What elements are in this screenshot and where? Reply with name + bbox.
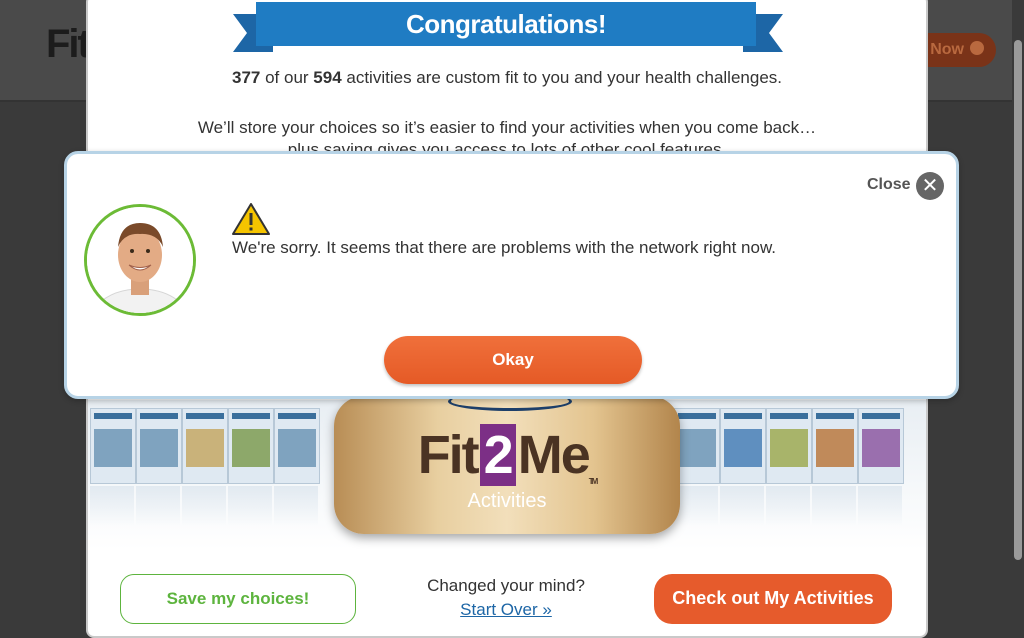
check-out-activities-button[interactable]: Check out My Activities [654,574,892,624]
activity-tile [274,408,320,484]
warning-triangle-icon [232,203,270,235]
error-message: We're sorry. It seems that there are pro… [232,238,777,257]
activity-tile [136,408,182,484]
okay-button[interactable]: Okay [384,336,642,384]
congratulations-title: Congratulations! [256,2,756,46]
custom-count: 377 [231,68,261,87]
fit2me-logo: Fit 2 MeTM [334,424,680,486]
badge-subtitle: Activities [467,490,547,512]
activity-tile [858,408,904,484]
start-over-link[interactable]: Start Over » [388,600,624,620]
activity-tile [90,408,136,484]
logo-fit: Fit [417,425,480,485]
logo-me: Me [517,425,591,485]
logo-trademark: TM [588,477,598,486]
header-cta-label: Now [930,41,964,58]
count-text-post: activities are custom fit to you and you… [341,68,783,87]
activity-count-text: 377 of our 594 activities are custom fit… [88,68,926,88]
scrollbar-thumb[interactable] [1014,40,1022,560]
network-error-dialog: Close ✕ We're sorry. It seems that there… [64,151,959,399]
count-text-pre: of our [260,68,314,87]
activity-tile [766,408,812,484]
coach-photo [87,207,193,313]
save-choices-button[interactable]: Save my choices! [120,574,356,624]
store-choices-text: We’ll store your choices so it’s easier … [197,118,817,137]
logo-two: 2 [479,424,516,486]
close-x-icon[interactable]: ✕ [916,172,944,200]
close-label[interactable]: Close [867,176,911,194]
activity-tile [812,408,858,484]
activity-tile [182,408,228,484]
arrow-right-icon [970,40,984,55]
total-count: 594 [313,68,342,87]
activity-tile [228,408,274,484]
changed-mind-text: Changed your mind? [427,576,585,595]
activity-tile [720,408,766,484]
site-logo: Fit [46,22,91,66]
page-scrollbar[interactable] [1012,0,1024,622]
avatar [84,204,196,316]
activity-tile [674,408,720,484]
